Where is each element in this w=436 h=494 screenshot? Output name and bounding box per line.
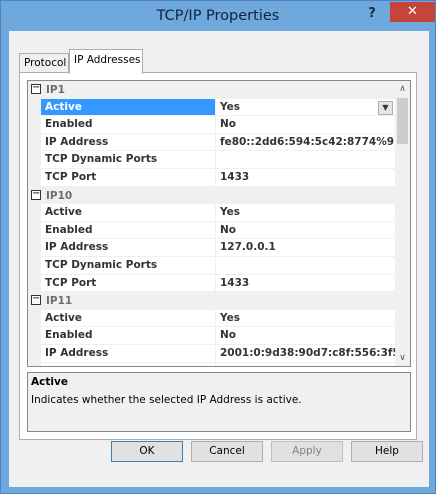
vertical-scrollbar[interactable]: ∧ ∨ bbox=[395, 81, 410, 366]
property-value-text: No bbox=[220, 118, 237, 131]
dropdown-arrow-icon[interactable]: ▼ bbox=[378, 100, 393, 115]
property-value[interactable]: 1433 bbox=[217, 275, 395, 292]
property-group-label: IP1 bbox=[46, 84, 65, 96]
property-value[interactable]: Yes bbox=[217, 310, 395, 327]
property-row[interactable]: IP Address 2001:0:9d38:90d7:c8f:556:3f57:… bbox=[28, 344, 395, 363]
property-name[interactable]: Enabled bbox=[41, 327, 216, 344]
property-grid-rows: − IP1 Active Yes ▼ Enabled No IP Address fe80::2… bbox=[28, 81, 395, 367]
collapse-icon[interactable]: − bbox=[31, 294, 41, 306]
property-name[interactable]: Active bbox=[41, 98, 216, 116]
help-button[interactable]: Help bbox=[351, 441, 423, 462]
property-value[interactable] bbox=[217, 151, 395, 168]
property-row[interactable]: TCP Dynamic Ports bbox=[28, 362, 395, 367]
property-value-text: 2001:0:9d38:90d7:c8f:556:3f57:fff bbox=[220, 346, 395, 359]
collapse-icon[interactable]: − bbox=[31, 83, 41, 94]
property-value-text: 1433 bbox=[220, 276, 250, 289]
property-grid: − IP1 Active Yes ▼ Enabled No IP Address fe80::2… bbox=[27, 80, 411, 367]
property-value[interactable]: No bbox=[217, 222, 395, 239]
property-name[interactable]: TCP Dynamic Ports bbox=[41, 256, 216, 274]
property-name[interactable]: Active bbox=[41, 204, 216, 221]
scroll-down-icon[interactable]: ∨ bbox=[395, 350, 410, 366]
property-row[interactable]: Enabled No bbox=[28, 116, 395, 134]
property-name[interactable]: IP Address bbox=[41, 133, 216, 151]
property-group[interactable]: − IP1 bbox=[28, 81, 395, 99]
tab-protocol[interactable]: Protocol bbox=[19, 53, 69, 73]
property-value-text: No bbox=[220, 329, 237, 342]
row-gutter bbox=[28, 116, 41, 133]
scroll-thumb[interactable] bbox=[397, 98, 408, 144]
property-row[interactable]: TCP Dynamic Ports bbox=[28, 151, 395, 169]
row-gutter bbox=[28, 362, 41, 366]
property-name[interactable]: TCP Port bbox=[41, 168, 216, 186]
property-value[interactable]: fe80::2dd6:594:5c42:8774%9 bbox=[217, 134, 395, 151]
property-row[interactable]: IP Address fe80::2dd6:594:5c42:8774%9 bbox=[28, 133, 395, 152]
apply-button[interactable]: Apply bbox=[271, 441, 343, 462]
row-gutter bbox=[28, 239, 41, 256]
description-text: Indicates whether the selected IP Addres… bbox=[31, 394, 302, 406]
property-name[interactable]: Enabled bbox=[41, 221, 216, 239]
collapse-icon[interactable]: − bbox=[31, 188, 41, 200]
property-name[interactable]: TCP Port bbox=[41, 274, 216, 292]
row-gutter bbox=[28, 256, 41, 274]
cancel-button[interactable]: Cancel bbox=[191, 441, 263, 462]
property-group-label: IP11 bbox=[46, 295, 73, 308]
close-icon[interactable]: ✕ bbox=[390, 2, 435, 22]
row-gutter bbox=[28, 309, 41, 327]
property-row[interactable]: Active Yes ▼ bbox=[28, 98, 395, 117]
property-value-text: fe80::2dd6:594:5c42:8774%9 bbox=[220, 135, 395, 148]
property-value[interactable]: Yes ▼ bbox=[217, 99, 395, 116]
property-value[interactable]: No bbox=[217, 327, 395, 344]
property-value-text: 127.0.0.1 bbox=[220, 241, 276, 254]
row-gutter bbox=[28, 274, 41, 292]
property-value-text: No bbox=[220, 223, 237, 236]
row-gutter bbox=[28, 151, 41, 168]
scroll-up-icon[interactable]: ∧ bbox=[395, 81, 410, 97]
property-row[interactable]: TCP Dynamic Ports bbox=[28, 256, 395, 275]
property-row[interactable]: Enabled No bbox=[28, 221, 395, 240]
dialog-window: TCP/IP Properties ? ✕ Protocol IP Addres… bbox=[0, 0, 436, 494]
row-gutter bbox=[28, 344, 41, 362]
row-gutter bbox=[28, 221, 41, 239]
property-name[interactable]: TCP Dynamic Ports bbox=[41, 362, 216, 366]
property-value-text: Yes bbox=[220, 206, 241, 219]
property-group[interactable]: − IP11 bbox=[28, 292, 395, 310]
property-value-text: Yes bbox=[220, 311, 241, 324]
property-value[interactable]: 1433 bbox=[217, 169, 395, 186]
property-value[interactable]: 127.0.0.1 bbox=[217, 239, 395, 256]
title-bar[interactable]: TCP/IP Properties ? ✕ bbox=[1, 1, 435, 31]
property-value[interactable]: 2001:0:9d38:90d7:c8f:556:3f57:fff bbox=[217, 345, 395, 362]
tab-ip-addresses[interactable]: IP Addresses bbox=[69, 49, 143, 74]
property-row[interactable]: TCP Port 1433 bbox=[28, 274, 395, 293]
property-value-text: Yes bbox=[220, 100, 241, 113]
property-value[interactable]: Yes bbox=[217, 204, 395, 221]
tab-panel-ip-addresses: − IP1 Active Yes ▼ Enabled No IP Address fe80::2… bbox=[19, 72, 417, 440]
property-row[interactable]: TCP Port 1433 bbox=[28, 168, 395, 187]
description-panel: Active Indicates whether the selected IP… bbox=[27, 372, 411, 432]
property-row[interactable]: IP Address 127.0.0.1 bbox=[28, 239, 395, 257]
property-name[interactable]: Active bbox=[41, 309, 216, 327]
property-value[interactable]: No bbox=[217, 116, 395, 133]
property-name[interactable]: IP Address bbox=[41, 239, 216, 256]
description-title: Active bbox=[31, 376, 68, 388]
property-row[interactable]: Active Yes bbox=[28, 309, 395, 328]
property-group-label: IP10 bbox=[46, 189, 73, 202]
property-group[interactable]: − IP10 bbox=[28, 186, 395, 205]
property-row[interactable]: Enabled No bbox=[28, 327, 395, 345]
property-value[interactable] bbox=[217, 363, 395, 367]
property-value[interactable] bbox=[217, 257, 395, 274]
property-value-text: 1433 bbox=[220, 170, 250, 183]
property-row[interactable]: Active Yes bbox=[28, 204, 395, 222]
row-gutter bbox=[28, 204, 41, 221]
row-gutter bbox=[28, 168, 41, 186]
row-gutter bbox=[28, 98, 41, 116]
dialog-client-area: Protocol IP Addresses − IP1 Active Yes ▼ Enab… bbox=[9, 31, 429, 487]
row-gutter bbox=[28, 133, 41, 151]
property-name[interactable]: Enabled bbox=[41, 116, 216, 133]
property-name[interactable]: IP Address bbox=[41, 344, 216, 362]
ok-button[interactable]: OK bbox=[111, 441, 183, 462]
help-icon[interactable]: ? bbox=[362, 5, 382, 25]
property-name[interactable]: TCP Dynamic Ports bbox=[41, 151, 216, 168]
row-gutter bbox=[28, 327, 41, 344]
